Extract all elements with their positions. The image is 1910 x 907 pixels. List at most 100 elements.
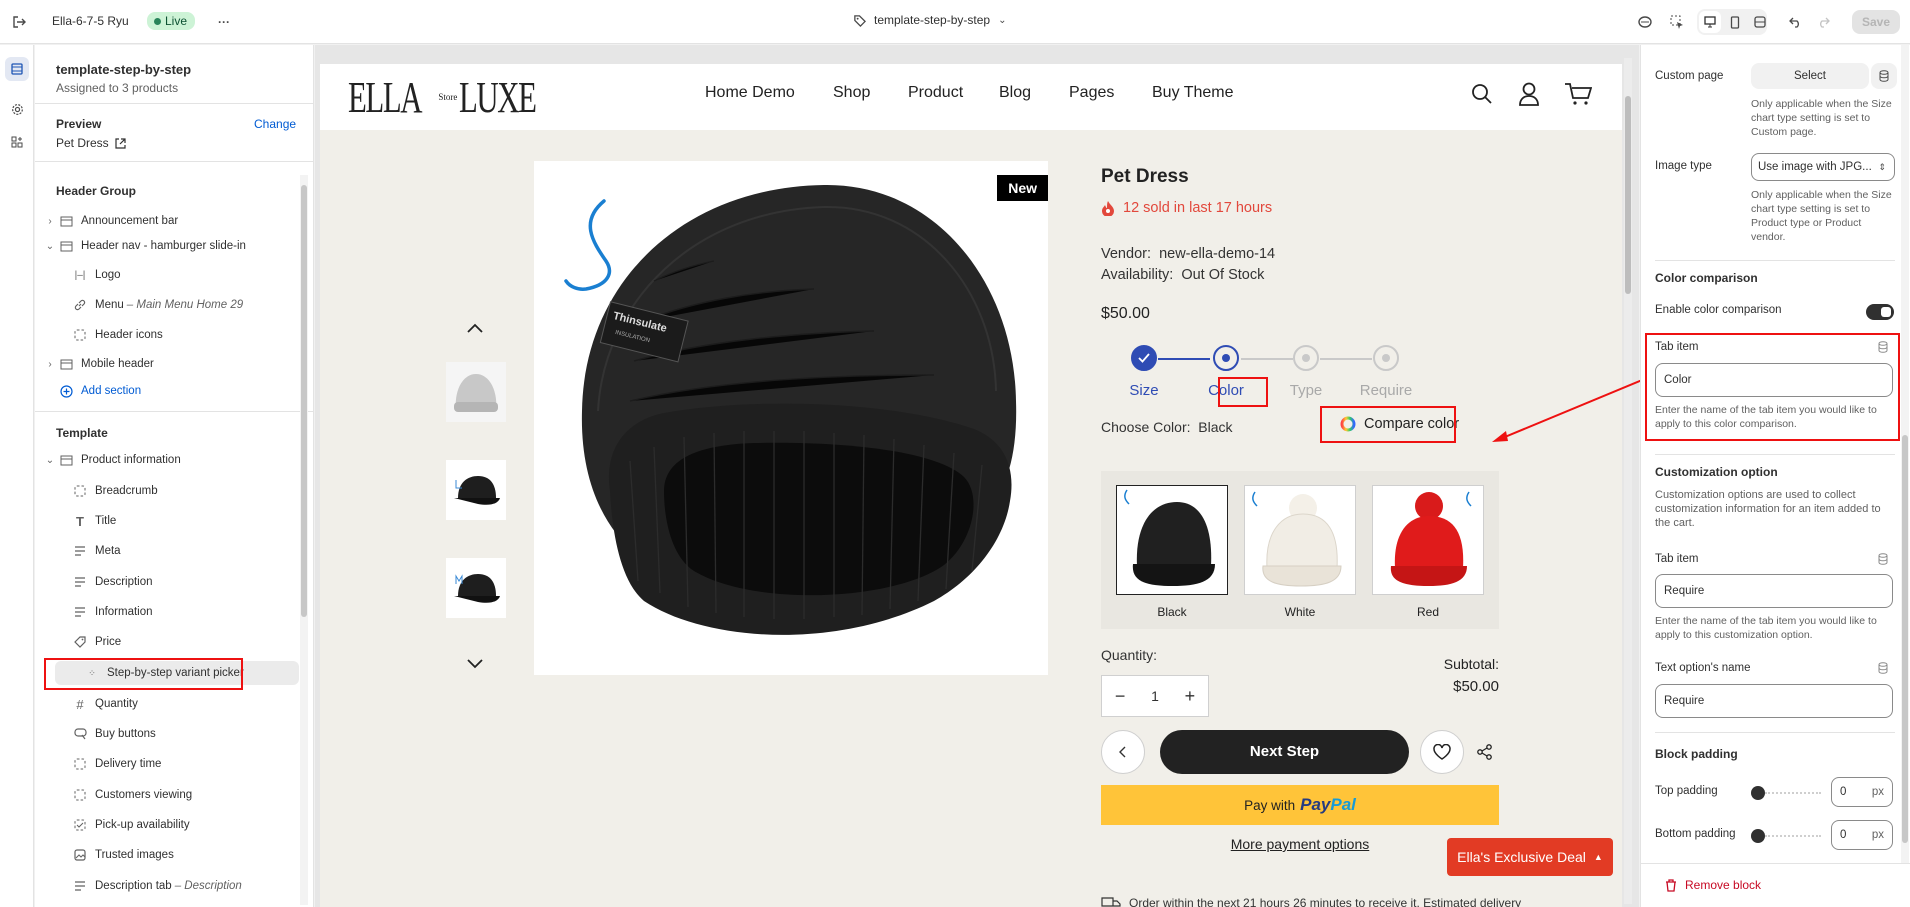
step-require-label[interactable]: Require: [1346, 382, 1426, 399]
thumbnail-3[interactable]: [446, 558, 506, 618]
share-icon[interactable]: [1477, 744, 1493, 760]
save-button[interactable]: Save: [1852, 10, 1900, 34]
bottom-padding-slider-handle[interactable]: [1751, 829, 1765, 843]
change-preview-link[interactable]: Change: [254, 117, 296, 131]
main-product-image[interactable]: Thinsulate INSULATION New: [534, 161, 1048, 675]
editor-rail: [0, 45, 34, 907]
bottom-padding-input[interactable]: 0 px: [1831, 820, 1893, 850]
nav-pages[interactable]: Pages: [1069, 84, 1114, 102]
swatch-white[interactable]: [1244, 485, 1356, 595]
remove-block-button[interactable]: Remove block: [1665, 878, 1761, 892]
tree-item-trusted-images[interactable]: Trusted images: [43, 843, 299, 867]
thumbnail-2[interactable]: [446, 460, 506, 520]
apps-icon[interactable]: [5, 130, 29, 154]
chevron-down-icon[interactable]: ⌄: [43, 455, 57, 466]
more-icon[interactable]: ···: [213, 11, 235, 33]
nav-shop[interactable]: Shop: [833, 84, 870, 102]
thumbnail-1[interactable]: [446, 362, 506, 422]
preview-scrollbar-thumb[interactable]: [1625, 96, 1631, 294]
top-padding-input[interactable]: 0 px: [1831, 777, 1893, 807]
tree-item-price[interactable]: Price: [43, 630, 299, 654]
tree-item-pick-up-availability[interactable]: Pick-up availability: [43, 813, 299, 837]
tree-item-header-nav[interactable]: ⌄ Header nav - hamburger slide-in: [43, 234, 299, 258]
vendor-value[interactable]: new-ella-demo-14: [1159, 246, 1275, 262]
tree-item-information[interactable]: Information: [43, 600, 299, 624]
logo-text-left: ELLA: [348, 72, 422, 122]
mobile-view-icon[interactable]: [1724, 11, 1746, 33]
nav-home-demo[interactable]: Home Demo: [705, 84, 795, 102]
enable-color-toggle[interactable]: [1866, 304, 1894, 320]
swatch-black[interactable]: [1116, 485, 1228, 595]
nav-buy-theme[interactable]: Buy Theme: [1152, 84, 1234, 102]
image-type-select[interactable]: Use image with JPG... ⇕: [1751, 153, 1895, 181]
template-selector[interactable]: template-step-by-step ⌄: [853, 13, 1006, 27]
cart-icon[interactable]: [1564, 82, 1592, 106]
custom-page-select-button[interactable]: Select: [1751, 63, 1869, 89]
tree-item-meta[interactable]: Meta: [43, 539, 299, 563]
select-element-icon[interactable]: [1666, 11, 1688, 33]
thumbnail-up-arrow[interactable]: [466, 322, 484, 334]
right-scrollbar-thumb[interactable]: [1902, 435, 1908, 843]
step-size-check-icon[interactable]: [1131, 345, 1157, 371]
search-icon[interactable]: [1471, 83, 1493, 105]
database-icon[interactable]: [1878, 553, 1888, 565]
step-require-dot[interactable]: [1373, 345, 1399, 371]
tree-item-breadcrumb[interactable]: Breadcrumb: [43, 479, 299, 503]
tab-item-input[interactable]: Color: [1655, 363, 1893, 397]
tree-item-header-icons[interactable]: Header icons: [43, 323, 299, 347]
tree-item-title[interactable]: T Title: [43, 509, 299, 533]
more-payment-options-link[interactable]: More payment options: [1101, 836, 1499, 852]
top-padding-slider-track[interactable]: [1765, 792, 1821, 794]
account-icon[interactable]: [1518, 82, 1540, 106]
tree-item-product-information[interactable]: ⌄ Product information: [43, 448, 299, 472]
step-type-label[interactable]: Type: [1266, 382, 1346, 399]
top-padding-slider-handle[interactable]: [1751, 786, 1765, 800]
tree-item-description-tab[interactable]: Description tab – Description: [43, 874, 299, 898]
tree-item-delivery-time[interactable]: Delivery time: [43, 752, 299, 776]
add-section-button[interactable]: Add section: [43, 379, 299, 403]
next-step-button[interactable]: Next Step: [1160, 730, 1409, 774]
sections-icon[interactable]: [5, 57, 29, 81]
chevron-right-icon[interactable]: ›: [43, 359, 57, 370]
desktop-view-icon[interactable]: [1699, 11, 1721, 33]
tree-item-menu[interactable]: Menu – Main Menu Home 29: [43, 293, 299, 317]
plus-icon[interactable]: +: [1185, 686, 1196, 707]
step-size-label[interactable]: Size: [1104, 382, 1184, 399]
exit-icon[interactable]: [8, 11, 30, 33]
tree-item-logo[interactable]: |–| Logo: [43, 263, 299, 287]
wishlist-button[interactable]: [1420, 730, 1464, 774]
custom-page-source-button[interactable]: [1871, 63, 1897, 89]
step-color-dot[interactable]: [1213, 345, 1239, 371]
exclusive-deal-button[interactable]: Ella's Exclusive Deal ▲: [1447, 838, 1613, 876]
text-option-input[interactable]: Require: [1655, 684, 1893, 718]
store-logo[interactable]: ELLA Store LUXE: [348, 68, 569, 126]
paypal-button[interactable]: Pay with PayPal: [1101, 785, 1499, 825]
preview-product-link[interactable]: Pet Dress: [56, 136, 126, 150]
quantity-value[interactable]: 1: [1151, 688, 1159, 704]
database-icon[interactable]: [1878, 341, 1888, 353]
chevron-down-icon[interactable]: ⌄: [43, 241, 57, 252]
tree-item-quantity[interactable]: # Quantity: [43, 692, 299, 716]
tree-item-buy-buttons[interactable]: Buy buttons: [43, 722, 299, 746]
step-type-dot[interactable]: [1293, 345, 1319, 371]
tree-item-description[interactable]: Description: [43, 570, 299, 594]
tree-item-mobile-header[interactable]: › Mobile header: [43, 352, 299, 376]
full-width-icon[interactable]: [1749, 11, 1771, 33]
chevron-right-icon[interactable]: ›: [43, 216, 57, 227]
undo-icon[interactable]: [1784, 11, 1806, 33]
thumbnail-down-arrow[interactable]: [466, 658, 484, 670]
minus-icon[interactable]: −: [1115, 686, 1126, 707]
bottom-padding-slider-track[interactable]: [1765, 835, 1821, 837]
swatch-red[interactable]: [1372, 485, 1484, 595]
settings-gear-icon[interactable]: [5, 97, 29, 121]
nav-blog[interactable]: Blog: [999, 84, 1031, 102]
left-scrollbar-thumb[interactable]: [301, 185, 307, 617]
database-icon[interactable]: [1878, 662, 1888, 674]
tree-item-customers-viewing[interactable]: Customers viewing: [43, 783, 299, 807]
inspector-icon[interactable]: [1634, 11, 1656, 33]
previous-step-button[interactable]: [1101, 730, 1145, 774]
tree-item-announcement-bar[interactable]: › Announcement bar: [43, 209, 299, 233]
tab-item2-input[interactable]: Require: [1655, 574, 1893, 608]
nav-product[interactable]: Product: [908, 84, 963, 102]
redo-icon[interactable]: [1812, 11, 1834, 33]
